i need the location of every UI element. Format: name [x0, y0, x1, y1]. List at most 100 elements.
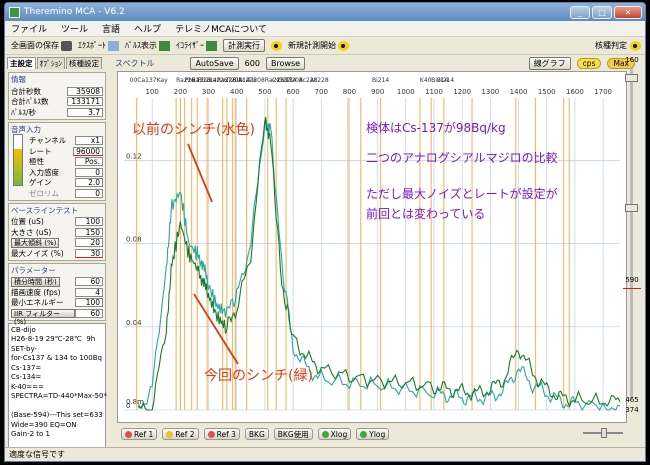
- tab-options[interactable]: ｵﾌﾟｼｮﾝ: [36, 57, 65, 69]
- level-meter: [13, 133, 23, 186]
- max-noise-label: 最大ノイズ (%): [11, 248, 64, 258]
- zero-limit-field[interactable]: 0: [75, 188, 103, 198]
- spectrum-panel: スペクトル AutoSave 600 Browse 線グラフ cps Max 1…: [113, 56, 635, 441]
- menu-file[interactable]: ファイル: [11, 22, 47, 35]
- new-measure-button[interactable]: 新規計測開始: [288, 40, 349, 51]
- input-sensitivity-field[interactable]: 0: [75, 167, 103, 177]
- run-measure-button[interactable]: 計測実行: [223, 39, 265, 52]
- x-tick-label: 600: [286, 88, 299, 96]
- line-graph-button[interactable]: 線グラフ: [528, 56, 571, 70]
- maximize-button[interactable]: □: [592, 5, 612, 19]
- ylog-button[interactable]: Ylog: [356, 428, 390, 440]
- x-tick-label: 1200: [453, 88, 471, 96]
- ref3-button[interactable]: Ref 3: [203, 428, 240, 440]
- draw-speed-field[interactable]: 4: [75, 287, 103, 297]
- tab-main-settings[interactable]: 主設定: [7, 57, 36, 69]
- audio-group: 音声入力 チャンネル x1 レート 96000 極性 Pos. 入力感度 0 ゲイン 2.…: [8, 121, 106, 201]
- nuclide-id-label[interactable]: 核種判定: [595, 40, 627, 51]
- equalizer-icon: [206, 40, 217, 51]
- annotation-compare: 二つのアナログシアルマジロの比較: [366, 150, 558, 165]
- pulses-per-second-label: ﾊﾟﾙｽ/秒: [11, 107, 37, 117]
- pulse-display-button[interactable]: ﾊﾟﾙｽ表示: [125, 40, 170, 51]
- ylog-label: Ylog: [369, 429, 386, 439]
- max-slope-button[interactable]: 最大傾斜 (%): [11, 238, 60, 248]
- menu-help[interactable]: ヘルプ: [134, 22, 161, 35]
- ylog-dot: [360, 430, 368, 438]
- x-tick-label: 1300: [481, 88, 499, 96]
- x-tick-label: 1000: [397, 88, 415, 96]
- x-tick-label: 1600: [566, 88, 584, 96]
- top-value: 160: [625, 56, 639, 64]
- total-seconds-value: 35908: [67, 86, 103, 96]
- toolbar: 全画面の保存 ｴｸｽﾎﾟｰﾄ ﾊﾟﾙｽ表示 ｲｺﾗｲｻﾞｰ 計測実行 新規計測開…: [5, 37, 645, 55]
- info-title: 情報: [11, 75, 26, 84]
- min-energy-label: 最小エネルギー: [11, 298, 64, 308]
- equalizer-button[interactable]: ｲｺﾗｲｻﾞｰ: [176, 40, 217, 51]
- rate-select[interactable]: 96000: [73, 146, 103, 156]
- top-slider-handle[interactable]: [625, 74, 638, 82]
- total-pulses-value: 133171: [67, 97, 103, 107]
- equalizer-label: ｲｺﾗｲｻﾞｰ: [176, 41, 204, 50]
- ref2-button[interactable]: Ref 2: [162, 428, 199, 440]
- menu-about[interactable]: テレミノMCAについて: [175, 22, 267, 35]
- y-tick-label: 0.8m: [126, 398, 144, 406]
- integration-time-button[interactable]: 積分時間 (秒): [11, 277, 60, 287]
- xlog-dot: [321, 430, 329, 438]
- mid-marker: [623, 288, 641, 289]
- browse-button[interactable]: Browse: [265, 56, 306, 70]
- input-sensitivity-label: 入力感度: [29, 167, 59, 177]
- right-pane: 160 590 465 374: [619, 56, 645, 441]
- x-tick-label: 1400: [510, 88, 528, 96]
- radiation-icon: [271, 40, 282, 51]
- export-label: ｴｸｽﾎﾟｰﾄ: [78, 41, 106, 50]
- min-energy-field[interactable]: 100: [75, 298, 103, 308]
- size-field[interactable]: 150: [75, 227, 103, 237]
- minimize-button[interactable]: _: [570, 5, 590, 19]
- zero-limit-label: ゼロリム: [29, 188, 59, 198]
- params-title: パラメーター: [11, 265, 56, 275]
- integration-time-field[interactable]: 60: [75, 277, 103, 287]
- title-bar: Theremino MCA - V6.2 _ □ ✕: [5, 3, 645, 21]
- bkg-button[interactable]: BKG: [244, 428, 269, 440]
- zoom-slider[interactable]: [583, 428, 623, 438]
- annotation-sample: 検体はCs-137が98Bq/kg: [366, 120, 506, 135]
- notes-textarea[interactable]: CB-dijo H26-8-19 29℃-28℃ 9h SET-by- for-…: [8, 322, 107, 461]
- export-button[interactable]: ｴｸｽﾎﾟｰﾄ: [78, 40, 119, 51]
- xlog-button[interactable]: Xlog: [317, 428, 352, 440]
- ref2-dot: [166, 430, 174, 438]
- app-icon: [9, 6, 20, 18]
- x-tick-label: 1100: [425, 88, 443, 96]
- position-field[interactable]: 100: [75, 217, 103, 227]
- autosave-button[interactable]: AutoSave: [190, 56, 239, 70]
- radiation-icon: [630, 40, 641, 51]
- pulses-per-second-value: 3.7: [67, 107, 103, 117]
- close-button[interactable]: ✕: [614, 5, 642, 19]
- polarity-select[interactable]: Pos.: [75, 157, 103, 167]
- autosave-value[interactable]: 600: [245, 59, 260, 68]
- max-noise-field[interactable]: 30: [75, 248, 103, 258]
- spectrum-plot[interactable]: 100 200 300 400 500 600 700 800 900 1000 1100 1200 1…: [117, 71, 627, 423]
- camera-icon: [61, 40, 72, 51]
- channel-label: チャンネル: [29, 136, 67, 146]
- isotope-label: Bi214: [372, 77, 389, 84]
- mid-slider-handle[interactable]: [625, 204, 638, 212]
- iir-filter-button[interactable]: IIR フィルター (%): [11, 308, 75, 325]
- ref1-button[interactable]: Ref 1: [121, 428, 158, 440]
- cps-button[interactable]: cps: [576, 57, 602, 69]
- save-screen-button[interactable]: 全画面の保存: [11, 40, 72, 51]
- bkg-use-button[interactable]: BKG使用: [273, 428, 313, 440]
- max-slope-field[interactable]: 20: [75, 238, 103, 248]
- x-tick-label: 400: [230, 88, 243, 96]
- gain-field[interactable]: 2.0: [75, 178, 103, 188]
- menu-tools[interactable]: ツール: [61, 22, 88, 35]
- ref1-label: Ref 1: [134, 429, 154, 439]
- tab-nuclide-settings[interactable]: 核種設定: [66, 57, 102, 69]
- x-tick-label: 900: [371, 88, 384, 96]
- iir-filter-field[interactable]: 60: [75, 308, 103, 318]
- bottom-bar: Ref 1 Ref 2 Ref 3 BKG BKG使用 Xlog Ylog: [121, 428, 390, 440]
- menu-language[interactable]: 言語: [102, 22, 120, 35]
- channel-select[interactable]: x1: [75, 136, 103, 146]
- isotope-label: 00Ca137Kay: [130, 77, 168, 84]
- x-tick-label: 500: [258, 88, 271, 96]
- xlog-label: Xlog: [330, 429, 348, 439]
